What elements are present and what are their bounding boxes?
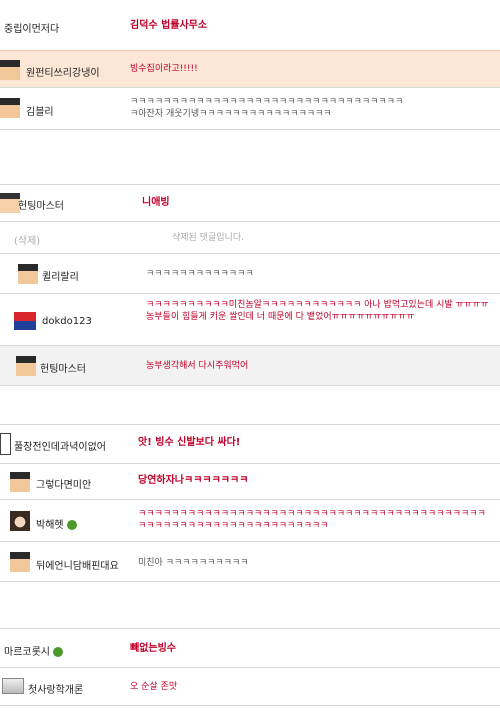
comment-author[interactable]: 원펀티쓰리강냉이 (26, 64, 100, 79)
comment-row: 헌팅마스터 니애빙 (0, 184, 500, 222)
avatar (18, 264, 38, 284)
comment-text: 당연하자나ㅋㅋㅋㅋㅋㅋㅋ (138, 475, 249, 486)
comment-text: 앗! 빙수 신발보다 싸다! (138, 437, 241, 448)
comment-row: 퀼리랄리 ㅋㅋㅋㅋㅋㅋㅋㅋㅋㅋㅋㅋㅋ (0, 254, 500, 294)
comment-row-highlighted: 원펀티쓰리강냉이 빙수집이라고!!!!! (0, 50, 500, 88)
avatar (0, 193, 20, 213)
comment-text: ㅋㅋㅋㅋㅋㅋㅋㅋㅋㅋㅋㅋㅋㅋㅋㅋㅋㅋㅋㅋㅋㅋㅋㅋㅋㅋㅋㅋㅋㅋㅋㅋㅋ ㅋ아잔자 개… (130, 97, 404, 119)
comment-text: 농부생각해서 다시주워먹어 (146, 361, 249, 371)
avatar (14, 312, 36, 330)
comment-text: ㅋㅋㅋㅋㅋㅋㅋㅋㅋㅋㅋㅋㅋ (146, 269, 254, 279)
comment-text: ㅋㅋㅋㅋㅋㅋㅋㅋㅋㅋ미친놈알ㅋㅋㅋㅋㅋㅋㅋㅋㅋㅋㅋㅋ 아나 밥먹고있는데 시발 … (146, 300, 489, 322)
comment-text: 삭제된 댓글입니다. (172, 233, 244, 243)
comment-author[interactable]: 마르코롯시 (4, 643, 63, 658)
avatar (0, 433, 11, 455)
comment-text: 오 순살 존맛 (130, 682, 178, 692)
comment-author[interactable]: 김블리 (26, 103, 54, 118)
avatar (2, 678, 24, 694)
comment-author[interactable]: 박해헷 (36, 516, 77, 531)
comment-text: 빼없는빙수 (130, 643, 176, 654)
avatar (10, 472, 30, 492)
comment-row: 박해헷 ㅋㅋㅋㅋㅋㅋㅋㅋㅋㅋㅋㅋㅋㅋㅋㅋㅋㅋㅋㅋㅋㅋㅋㅋㅋㅋㅋㅋㅋㅋㅋㅋㅋㅋㅋㅋ… (0, 500, 500, 542)
comment-row: 김블리 ㅋㅋㅋㅋㅋㅋㅋㅋㅋㅋㅋㅋㅋㅋㅋㅋㅋㅋㅋㅋㅋㅋㅋㅋㅋㅋㅋㅋㅋㅋㅋㅋㅋ ㅋ아… (0, 88, 500, 130)
avatar (10, 552, 30, 572)
avatar (10, 511, 30, 531)
comment-author[interactable]: 뒤에언니담배핀대요 (36, 557, 119, 572)
avatar (0, 60, 20, 80)
online-status-icon (66, 520, 77, 530)
comment-author[interactable]: 그렇다면미안 (36, 476, 91, 491)
comment-text: 빙수집이라고!!!!! (130, 64, 198, 74)
comment-author-name: 마르코롯시 (4, 647, 50, 658)
comment-author[interactable]: 퀼리랄리 (42, 268, 79, 283)
comment-author[interactable]: 헌팅마스터 (40, 360, 86, 375)
avatar (16, 356, 36, 376)
comment-row: 그렇다면미안 당연하자나ㅋㅋㅋㅋㅋㅋㅋ (0, 464, 500, 500)
comment-author-name: 박해헷 (36, 520, 64, 531)
comment-text: 김덕수 법률사무소 (130, 20, 208, 31)
comment-text: 니애빙 (142, 197, 170, 208)
comment-author[interactable]: dokdo123 (42, 316, 92, 327)
comment-row-deleted: (삭제) 삭제된 댓글입니다. (0, 222, 500, 254)
comment-row: 풀장전인데과녁이없어 앗! 빙수 신발보다 싸다! (0, 424, 500, 464)
comment-row: 중립이먼저다 김덕수 법률사무소 (0, 0, 500, 50)
avatar (0, 98, 20, 118)
comment-row: 마르코롯시 빼없는빙수 (0, 628, 500, 668)
comment-author[interactable]: 풀장전인데과녁이없어 (14, 438, 106, 453)
comment-author: (삭제) (14, 236, 41, 247)
comment-author[interactable]: 중립이먼저다 (4, 20, 59, 35)
online-status-icon (53, 647, 63, 657)
comment-row: 헌팅마스터 농부생각해서 다시주워먹어 (0, 346, 500, 386)
comment-text: ㅋㅋㅋㅋㅋㅋㅋㅋㅋㅋㅋㅋㅋㅋㅋㅋㅋㅋㅋㅋㅋㅋㅋㅋㅋㅋㅋㅋㅋㅋㅋㅋㅋㅋㅋㅋㅋㅋㅋㅋ… (138, 509, 486, 531)
comment-row: 첫사랑학개론 오 순살 존맛 (0, 668, 500, 706)
comment-author[interactable]: 헌팅마스터 (18, 197, 64, 212)
comment-row: 뒤에언니담배핀대요 미친아 ㅋㅋㅋㅋㅋㅋㅋㅋㅋㅋ (0, 542, 500, 582)
comment-author[interactable]: 첫사랑학개론 (28, 681, 83, 696)
comment-text: 미친아 ㅋㅋㅋㅋㅋㅋㅋㅋㅋㅋ (138, 558, 249, 568)
comment-row: dokdo123 ㅋㅋㅋㅋㅋㅋㅋㅋㅋㅋ미친놈알ㅋㅋㅋㅋㅋㅋㅋㅋㅋㅋㅋㅋ 아나 밥… (0, 294, 500, 346)
